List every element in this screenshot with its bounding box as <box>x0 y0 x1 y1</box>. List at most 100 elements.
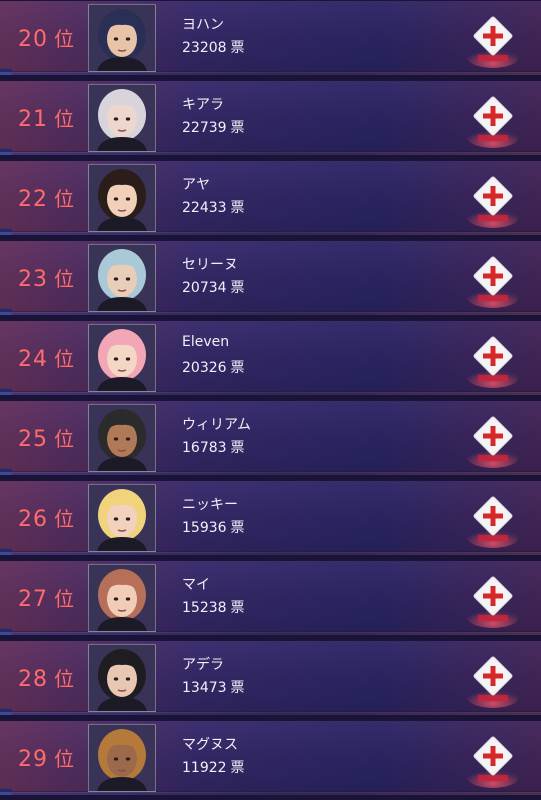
vote-plus-icon <box>467 736 519 788</box>
ranking-row: 22 位 アヤ 22433 票 <box>0 161 541 235</box>
rank-suffix: 位 <box>54 347 75 371</box>
rank-number: 25 <box>18 427 48 452</box>
vote-count: 20326 票 <box>182 357 245 377</box>
rank-suffix: 位 <box>54 27 75 51</box>
vote-plus-icon <box>467 176 519 228</box>
vote-plus-button[interactable] <box>466 11 520 69</box>
vote-number: 15936 <box>182 520 227 536</box>
row-divider-mark <box>0 709 12 715</box>
vote-count: 15936 票 <box>182 517 245 537</box>
rank-suffix: 位 <box>54 187 75 211</box>
vote-plus-icon <box>467 16 519 68</box>
vote-unit: 票 <box>230 440 245 456</box>
ranking-row: 20 位 ヨハン 23208 票 <box>0 1 541 75</box>
vote-unit: 票 <box>230 200 245 216</box>
vote-number: 11922 <box>182 760 227 776</box>
rank-number: 28 <box>18 667 48 692</box>
vote-plus-button[interactable] <box>466 171 520 229</box>
vote-plus-button[interactable] <box>466 651 520 709</box>
vote-plus-button[interactable] <box>466 571 520 629</box>
vote-unit: 票 <box>230 40 245 56</box>
character-portrait-icon <box>89 725 155 791</box>
vote-plus-button[interactable] <box>466 91 520 149</box>
ranking-row: 27 位 マイ 15238 票 <box>0 561 541 635</box>
vote-number: 13473 <box>182 680 227 696</box>
rank-label: 24 位 <box>18 343 88 372</box>
vote-count: 16783 票 <box>182 437 245 457</box>
rank-number: 20 <box>18 27 48 52</box>
character-avatar <box>88 4 156 72</box>
vote-number: 22739 <box>182 120 227 136</box>
rank-label: 25 位 <box>18 423 88 452</box>
vote-plus-icon <box>467 416 519 468</box>
rank-suffix: 位 <box>54 427 75 451</box>
vote-plus-icon <box>467 576 519 628</box>
character-avatar <box>88 404 156 472</box>
character-name: ニッキー <box>182 497 238 513</box>
rank-number: 24 <box>18 347 48 372</box>
vote-unit: 票 <box>230 520 245 536</box>
character-avatar <box>88 244 156 312</box>
row-divider-mark <box>0 629 12 635</box>
character-avatar <box>88 324 156 392</box>
character-name: アヤ <box>182 177 210 193</box>
character-portrait-icon <box>89 245 155 311</box>
row-divider-mark <box>0 389 12 395</box>
character-avatar <box>88 164 156 232</box>
rank-number: 27 <box>18 587 48 612</box>
ranking-row: 25 位 ウィリアム 16783 票 <box>0 401 541 475</box>
rank-label: 21 位 <box>18 103 88 132</box>
rank-suffix: 位 <box>54 507 75 531</box>
vote-count: 20734 票 <box>182 277 245 297</box>
vote-number: 16783 <box>182 440 227 456</box>
character-avatar <box>88 84 156 152</box>
rank-suffix: 位 <box>54 587 75 611</box>
character-name: マイ <box>182 577 210 593</box>
character-portrait-icon <box>89 485 155 551</box>
vote-plus-icon <box>467 256 519 308</box>
vote-count: 22739 票 <box>182 117 245 137</box>
vote-count: 23208 票 <box>182 37 245 57</box>
character-name: アデラ <box>182 657 224 673</box>
vote-unit: 票 <box>230 680 245 696</box>
row-divider-mark <box>0 309 12 315</box>
character-avatar <box>88 564 156 632</box>
rank-suffix: 位 <box>54 107 75 131</box>
vote-number: 22433 <box>182 200 227 216</box>
vote-unit: 票 <box>230 360 245 376</box>
character-name: セリーヌ <box>182 257 238 273</box>
row-divider-mark <box>0 549 12 555</box>
row-divider-mark <box>0 149 12 155</box>
vote-unit: 票 <box>230 120 245 136</box>
vote-plus-button[interactable] <box>466 731 520 789</box>
vote-unit: 票 <box>230 280 245 296</box>
vote-plus-icon <box>467 336 519 388</box>
ranking-row: 21 位 キアラ 22739 票 <box>0 81 541 155</box>
vote-number: 23208 <box>182 40 227 56</box>
rank-label: 26 位 <box>18 503 88 532</box>
row-divider-mark <box>0 69 12 75</box>
rank-number: 26 <box>18 507 48 532</box>
ranking-row: 23 位 セリーヌ 20734 票 <box>0 241 541 315</box>
rank-label: 27 位 <box>18 583 88 612</box>
character-portrait-icon <box>89 645 155 711</box>
vote-unit: 票 <box>230 600 245 616</box>
vote-plus-button[interactable] <box>466 331 520 389</box>
rank-label: 28 位 <box>18 663 88 692</box>
vote-unit: 票 <box>230 760 245 776</box>
ranking-row: 24 位 Eleven 20326 票 <box>0 321 541 395</box>
vote-plus-button[interactable] <box>466 491 520 549</box>
vote-count: 15238 票 <box>182 597 245 617</box>
rank-number: 21 <box>18 107 48 132</box>
character-portrait-icon <box>89 405 155 471</box>
vote-number: 20734 <box>182 280 227 296</box>
rank-suffix: 位 <box>54 667 75 691</box>
vote-count: 22433 票 <box>182 197 245 217</box>
character-avatar <box>88 724 156 792</box>
rank-label: 29 位 <box>18 743 88 772</box>
vote-number: 20326 <box>182 360 227 376</box>
rank-label: 22 位 <box>18 183 88 212</box>
vote-plus-button[interactable] <box>466 411 520 469</box>
character-portrait-icon <box>89 325 155 391</box>
vote-plus-button[interactable] <box>466 251 520 309</box>
